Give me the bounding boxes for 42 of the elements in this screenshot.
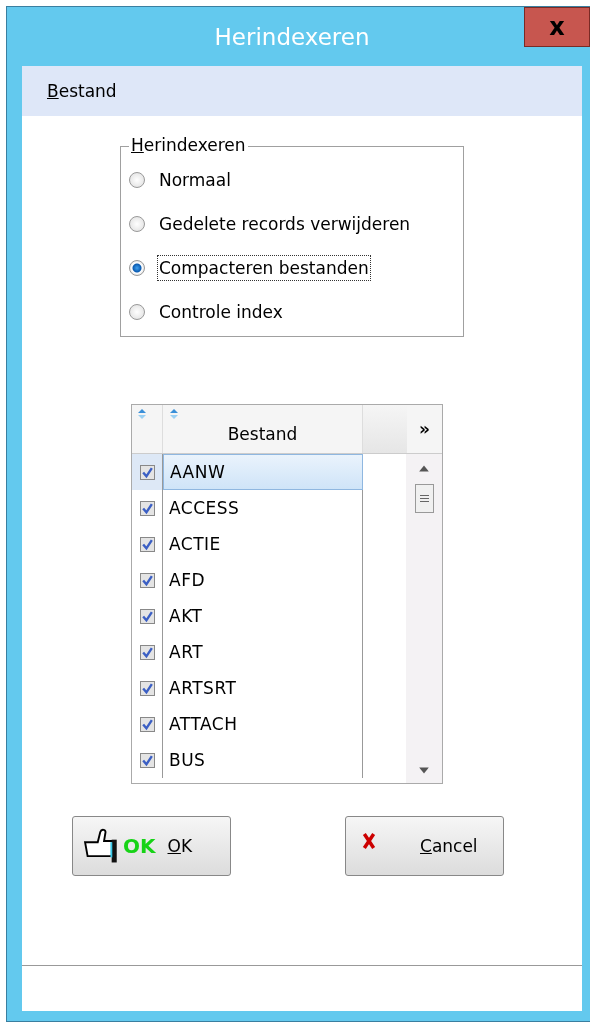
table-cell[interactable]: ACTIE: [163, 526, 363, 562]
radio-button[interactable]: [129, 303, 145, 320]
checkbox[interactable]: [139, 644, 155, 660]
table-cell[interactable]: AFD: [163, 562, 363, 598]
table-cell[interactable]: ACCESS: [163, 490, 363, 526]
ok-icon-text: OK: [123, 834, 156, 858]
menu-item[interactable]: Bestand: [47, 81, 117, 101]
checkbox[interactable]: [139, 572, 155, 588]
checkbox[interactable]: [139, 680, 155, 696]
radio-button[interactable]: [129, 215, 145, 232]
scroll-thumb[interactable]: [414, 484, 434, 513]
column-title: Bestand: [227, 424, 298, 444]
more-columns-button[interactable]: »: [419, 419, 430, 439]
scrollbar[interactable]: [406, 454, 442, 783]
table-cell[interactable]: ATTACH: [163, 706, 363, 742]
radio-label[interactable]: Controle index: [157, 298, 285, 325]
checkbox[interactable]: [139, 716, 155, 732]
scroll-up-icon[interactable]: [418, 464, 430, 472]
table-cell[interactable]: BUS: [163, 742, 363, 778]
radio-label[interactable]: Compacteren bestanden: [157, 254, 371, 281]
cancel-button[interactable]: Cancel: [345, 816, 504, 876]
table-cell[interactable]: ARTSRT: [163, 670, 363, 706]
ok-button[interactable]: OK OK: [72, 816, 231, 876]
table-cell[interactable]: AANW: [163, 454, 363, 490]
close-button[interactable]: x: [524, 7, 590, 47]
sort-icon[interactable]: [137, 409, 147, 419]
checkbox[interactable]: [139, 536, 155, 552]
radio-label[interactable]: Gedelete records verwijderen: [157, 210, 413, 237]
checkbox[interactable]: [139, 464, 155, 480]
checkbox[interactable]: [139, 500, 155, 516]
checkbox[interactable]: [139, 752, 155, 768]
sort-icon[interactable]: [169, 409, 179, 419]
cross-icon: [362, 832, 376, 850]
table-cell[interactable]: ART: [163, 634, 363, 670]
scroll-down-icon[interactable]: [418, 767, 430, 775]
radio-label[interactable]: Normaal: [157, 166, 233, 193]
table-cell[interactable]: AKT: [163, 598, 363, 634]
checkbox[interactable]: [139, 608, 155, 624]
window-title: Herindexeren: [214, 23, 370, 50]
radio-button[interactable]: [129, 259, 145, 276]
radio-button[interactable]: [129, 171, 145, 188]
group-title: Herindexeren: [129, 135, 248, 155]
